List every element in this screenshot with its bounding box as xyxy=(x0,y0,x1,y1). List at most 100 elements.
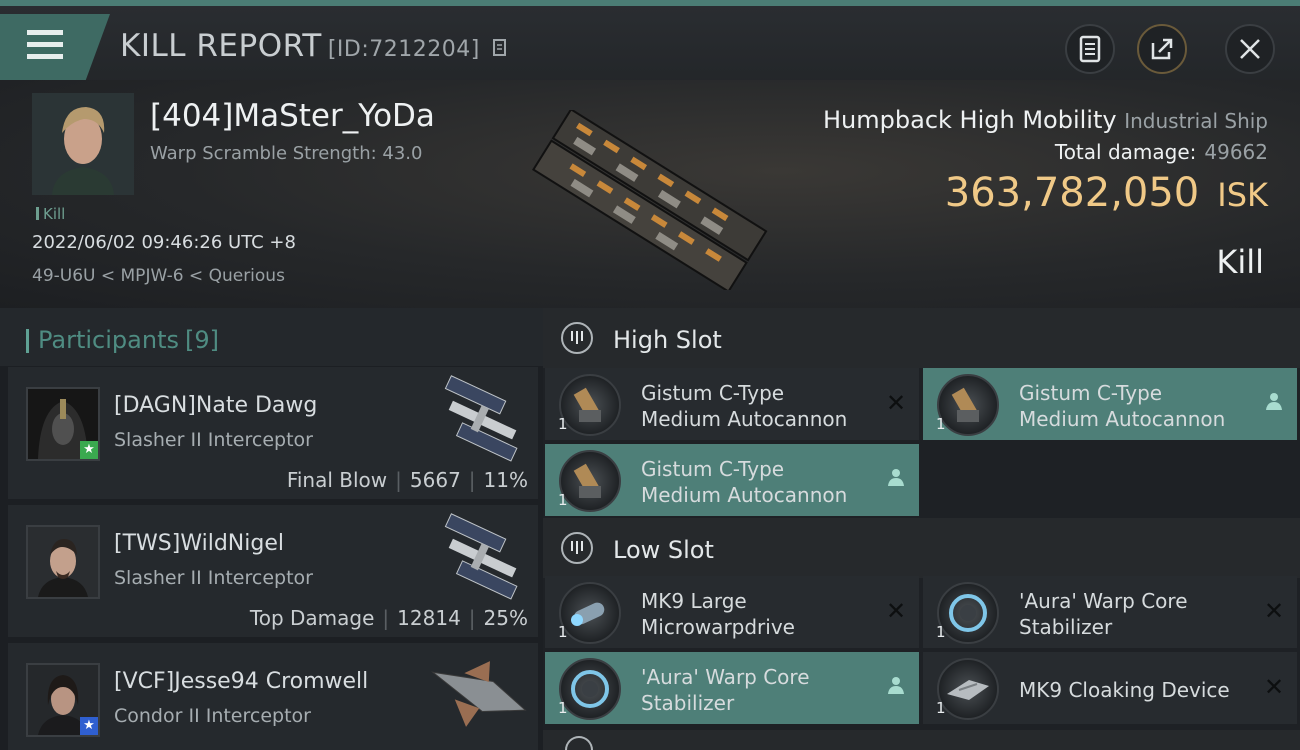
warp-core-stabilizer-icon xyxy=(937,582,999,644)
cloaking-device-icon xyxy=(937,658,999,720)
module-quantity: 1 xyxy=(936,623,946,641)
destroyed-x-icon: ✕ xyxy=(885,389,907,417)
autocannon-icon xyxy=(559,374,621,436)
module-item[interactable]: 1 'Aura' Warp Core Stabilizer xyxy=(545,652,919,724)
total-damage-value: 49662 xyxy=(1204,140,1268,164)
destroyed-x-icon: ✕ xyxy=(885,597,907,625)
module-name-line1: Gistum C-Type xyxy=(641,457,785,481)
module-name: 'Aura' Warp Core Stabilizer xyxy=(641,664,810,716)
module-item[interactable]: 1 Gistum C-Type Medium Autocannon xyxy=(545,444,919,516)
module-name-line1: Gistum C-Type xyxy=(641,381,785,405)
module-quantity: 1 xyxy=(936,699,946,717)
ship-class: Industrial Ship xyxy=(1124,109,1268,133)
module-quantity: 1 xyxy=(558,491,568,509)
module-name-line2: Microwarpdrive xyxy=(641,615,795,639)
participant-stats: Final Blow | 5667 | 11% xyxy=(286,468,528,492)
stat-percent: 25% xyxy=(483,606,528,630)
participants-title-text: Participants xyxy=(38,326,179,354)
participant-avatar[interactable]: ★ xyxy=(26,663,100,737)
module-name-line1: MK9 Large xyxy=(641,589,747,613)
module-item[interactable]: 1 MK9 Cloaking Device ✕ xyxy=(923,652,1297,724)
avatar-image xyxy=(28,527,98,597)
module-name: MK9 Large Microwarpdrive xyxy=(641,588,795,640)
kill-tag: Kill xyxy=(36,205,65,223)
isk-unit: ISK xyxy=(1217,176,1268,214)
participant-avatar[interactable] xyxy=(26,525,100,599)
participant-stats: Top Damage | 12814 | 25% xyxy=(249,606,528,630)
participant-avatar[interactable]: ★ xyxy=(26,387,100,461)
page-title: KILL REPORT [ID:7212204] xyxy=(120,28,508,64)
module-name: MK9 Cloaking Device xyxy=(1019,677,1230,703)
module-name-line1: Gistum C-Type xyxy=(1019,381,1163,405)
clipboard-icon xyxy=(1079,35,1101,63)
microwarpdrive-icon xyxy=(559,582,621,644)
stat-damage: 12814 xyxy=(397,606,461,630)
module-quantity: 1 xyxy=(936,415,946,433)
module-name: Gistum C-Type Medium Autocannon xyxy=(1019,380,1225,432)
module-name-line2: Stabilizer xyxy=(641,691,735,715)
share-button[interactable] xyxy=(1137,24,1187,74)
participants-title: Participants [9] xyxy=(26,326,219,354)
module-name-line2: Medium Autocannon xyxy=(1019,407,1226,431)
close-button[interactable] xyxy=(1225,24,1275,74)
module-item[interactable]: 1 Gistum C-Type Medium Autocannon ✕ xyxy=(545,368,919,440)
kill-result: Kill xyxy=(1216,243,1264,281)
kill-datetime: 2022/06/02 09:46:26 UTC +8 xyxy=(32,232,296,253)
participant-ship-image xyxy=(444,375,518,462)
high-slot-title: High Slot xyxy=(613,326,722,354)
module-name-line1: 'Aura' Warp Core xyxy=(641,665,810,689)
dropped-person-icon xyxy=(883,466,909,492)
stat-percent: 11% xyxy=(483,468,528,492)
module-name-line1: MK9 Cloaking Device xyxy=(1019,678,1230,702)
participants-count: [9] xyxy=(184,326,219,354)
total-damage-label: Total damage: xyxy=(1054,140,1197,164)
module-name: Gistum C-Type Medium Autocannon xyxy=(641,456,847,508)
slot-icon-partial xyxy=(565,736,593,750)
participants-panel: Participants [9] ★ [DAGN]Nate Dawg Slashe… xyxy=(0,308,543,750)
share-icon xyxy=(1151,38,1173,60)
high-slot-header: High Slot xyxy=(543,308,1300,368)
ship-name-text: Humpback High Mobility xyxy=(823,106,1117,134)
report-id: [ID:7212204] xyxy=(327,37,480,62)
total-damage: Total damage: 49662 xyxy=(1055,140,1268,164)
participant-ship: Slasher II Interceptor xyxy=(114,429,313,451)
module-quantity: 1 xyxy=(558,699,568,717)
module-item[interactable]: 1 MK9 Large Microwarpdrive ✕ xyxy=(545,576,919,648)
victim-name[interactable]: [404]MaSter_YoDa xyxy=(150,98,435,134)
victim-portrait[interactable] xyxy=(32,93,134,195)
participant-ship: Slasher II Interceptor xyxy=(114,567,313,589)
clipboard-button[interactable] xyxy=(1065,24,1115,74)
module-name-line1: 'Aura' Warp Core xyxy=(1019,589,1188,613)
copy-icon[interactable] xyxy=(492,38,508,58)
module-item[interactable]: 1 'Aura' Warp Core Stabilizer ✕ xyxy=(923,576,1297,648)
participant-card[interactable]: ★ [DAGN]Nate Dawg Slasher II Interceptor… xyxy=(8,367,538,499)
module-item[interactable]: 1 Gistum C-Type Medium Autocannon xyxy=(923,368,1297,440)
participants-header: Participants [9] xyxy=(0,308,543,366)
participant-name: [DAGN]Nate Dawg xyxy=(114,393,318,418)
victim-ship-name[interactable]: Humpback High Mobility Industrial Ship xyxy=(823,106,1268,134)
stat-label: Top Damage xyxy=(249,606,375,630)
participant-name: [VCF]Jesse94 Cromwell xyxy=(114,669,369,694)
participant-ship-image xyxy=(430,661,527,727)
participant-card[interactable]: [TWS]WildNigel Slasher II Interceptor To… xyxy=(8,505,538,637)
title-text: KILL REPORT xyxy=(120,28,322,64)
isk-value: 363,782,050 xyxy=(944,170,1200,216)
module-name-line2: Stabilizer xyxy=(1019,615,1113,639)
victim-summary: [404]MaSter_YoDa Warp Scramble Strength:… xyxy=(0,80,1300,308)
menu-button[interactable] xyxy=(0,14,110,80)
participant-card[interactable]: ★ [VCF]Jesse94 Cromwell Condor II Interc… xyxy=(8,643,538,750)
star-badge-icon: ★ xyxy=(80,717,98,735)
participant-ship-image xyxy=(444,513,518,600)
low-slot-icon xyxy=(561,532,593,564)
module-name: 'Aura' Warp Core Stabilizer xyxy=(1019,588,1188,640)
fitting-panel: High Slot 1 Gistum C-Type Medium Autocann… xyxy=(543,308,1300,750)
destroyed-x-icon: ✕ xyxy=(1263,673,1285,701)
next-slot-header xyxy=(543,730,1300,750)
module-name-line2: Medium Autocannon xyxy=(641,407,848,431)
low-slot-title: Low Slot xyxy=(613,536,714,564)
stat-damage: 5667 xyxy=(409,468,461,492)
destroyed-x-icon: ✕ xyxy=(1263,597,1285,625)
star-badge-icon: ★ xyxy=(80,441,98,459)
autocannon-icon xyxy=(937,374,999,436)
warp-scramble-strength: Warp Scramble Strength: 43.0 xyxy=(150,143,423,164)
